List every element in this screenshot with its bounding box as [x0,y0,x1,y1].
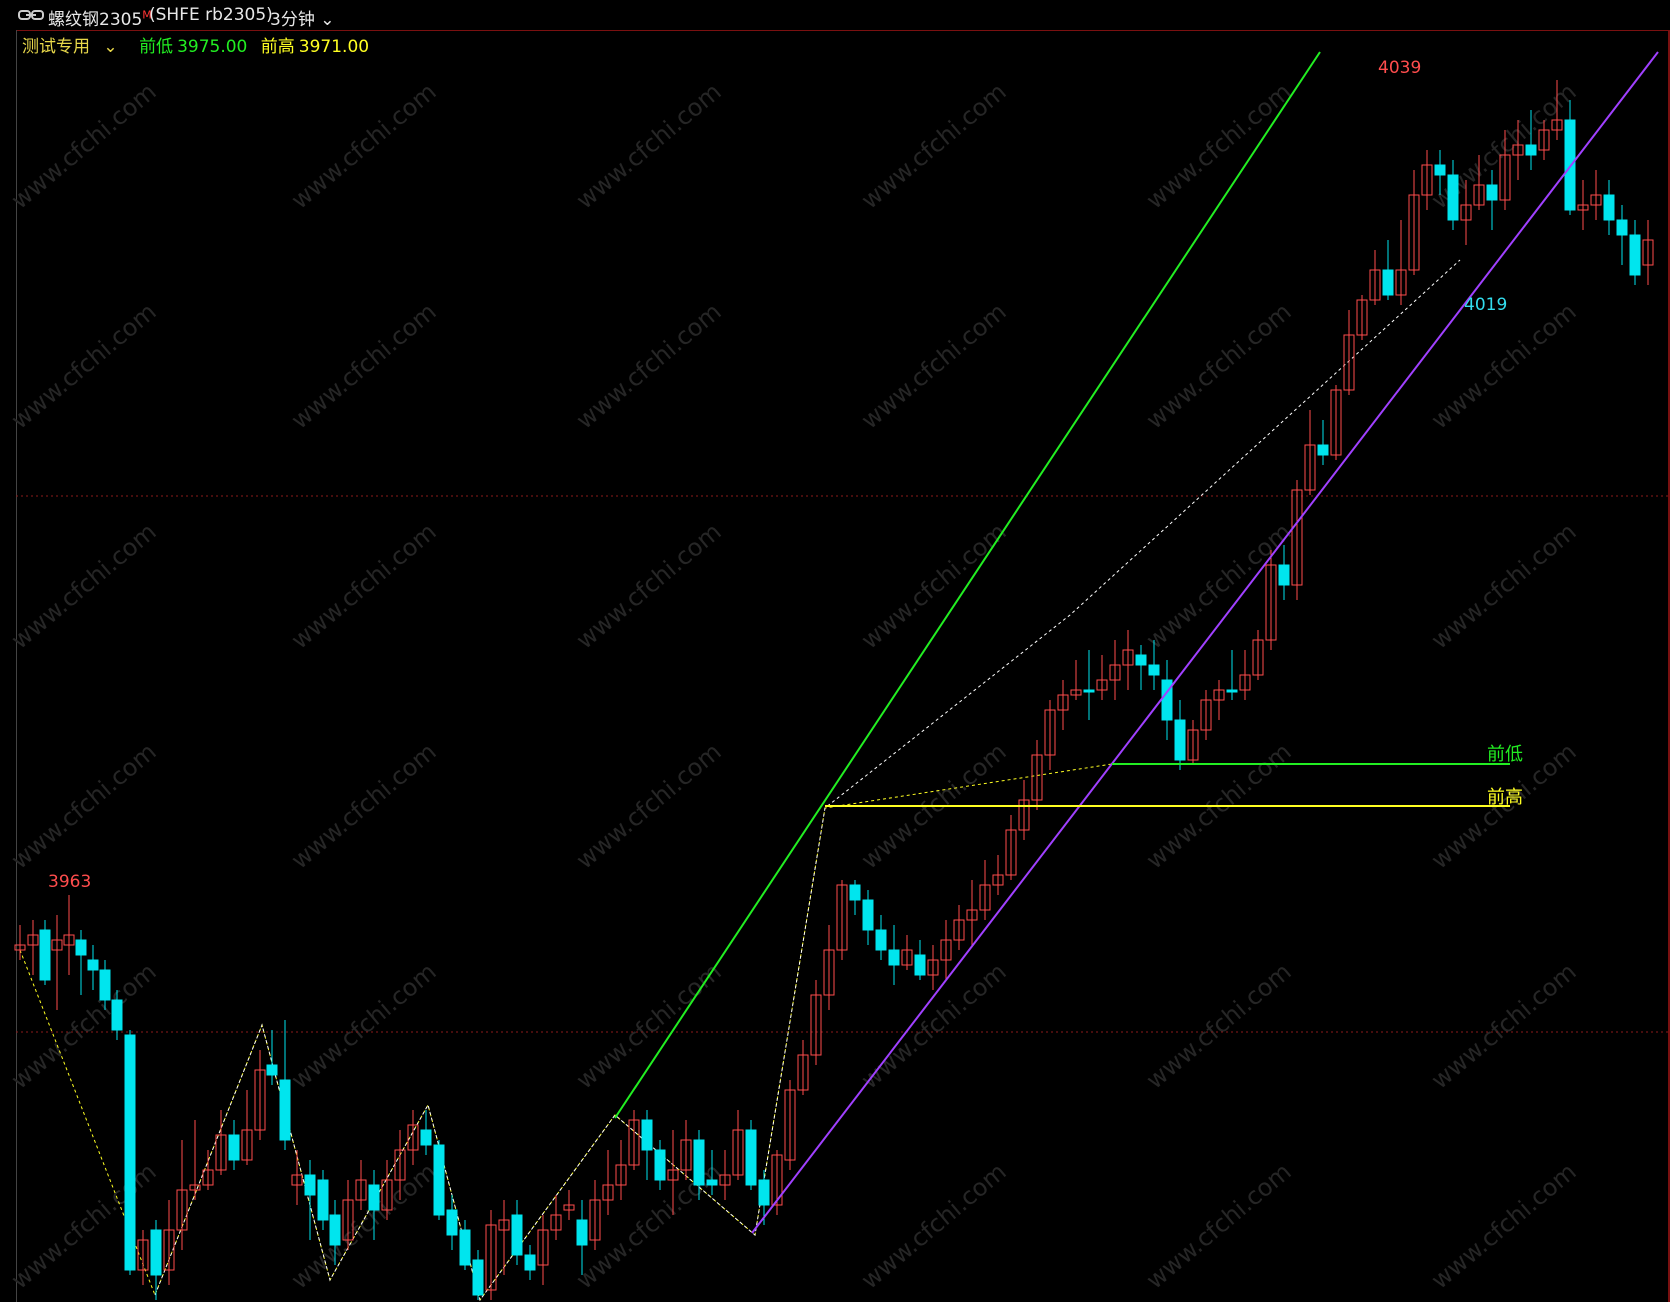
candle-down [1486,184,1498,201]
watermark-text: www.cfchi.com [1426,517,1582,654]
candle-down [888,949,900,966]
watermark-text: www.cfchi.com [571,737,727,874]
candle-down [1525,144,1537,156]
candle-down [446,1209,458,1236]
watermark-text: www.cfchi.com [6,737,162,874]
watermark-text: www.cfchi.com [856,77,1012,214]
watermark-text: www.cfchi.com [1141,77,1297,214]
watermark-text: www.cfchi.com [856,517,1012,654]
candle-down [111,999,123,1031]
watermark-text: www.cfchi.com [856,957,1012,1094]
candle-down [329,1214,341,1246]
candle-down [1148,664,1160,676]
candle-down [758,1179,770,1206]
candle-down [1317,444,1329,456]
watermark-text: www.cfchi.com [286,957,442,1094]
watermark-text: www.cfchi.com [6,517,162,654]
watermark-text: www.cfchi.com [6,1157,162,1294]
watermark-text: www.cfchi.com [286,297,442,434]
candle-down [1226,689,1238,693]
candle-down [1278,564,1290,586]
candle-down [914,954,926,976]
candle-down [75,939,87,956]
watermark-text: www.cfchi.com [1141,517,1297,654]
watermark-text: www.cfchi.com [286,77,442,214]
candle-down [641,1119,653,1151]
watermark-text: www.cfchi.com [571,297,727,434]
candle-down [511,1214,523,1256]
watermark-text: www.cfchi.com [1426,957,1582,1094]
price-label-4039: 4039 [1378,58,1421,78]
prev-low-line-label: 前低 [1487,744,1523,765]
candle-down [87,959,99,971]
candle-down [1174,719,1186,761]
candle-down [862,899,874,931]
candle-down [368,1184,380,1211]
candle-down [875,929,887,951]
watermark-text: www.cfchi.com [6,297,162,434]
candle-down [1083,689,1095,693]
candle-down [576,1219,588,1246]
price-label-3963: 3963 [48,872,91,892]
candle-down [433,1144,445,1216]
watermark-text: www.cfchi.com [1141,1157,1297,1294]
watermark-text: www.cfchi.com [286,517,442,654]
candle-down [524,1254,536,1271]
candle-down [849,884,861,901]
candle-down [279,1079,291,1141]
watermark-text: www.cfchi.com [6,957,162,1094]
watermark-text: www.cfchi.com [1426,297,1582,434]
candle-down [124,1034,136,1271]
candle-down [693,1139,705,1186]
candle-down [654,1149,666,1181]
candle-down [1135,654,1147,666]
candle-down [420,1129,432,1146]
watermark-text: www.cfchi.com [6,77,162,214]
candle-down [317,1179,329,1221]
candle-down [472,1259,484,1296]
candle-down [266,1064,278,1076]
candle-down [459,1229,471,1266]
candle-down [745,1129,757,1186]
prev-high-line-label: 前高 [1487,787,1523,808]
candle-down [1434,164,1446,176]
candle-down [1564,119,1576,211]
candle-down [228,1134,240,1161]
watermark-text: www.cfchi.com [1141,297,1297,434]
candle-down [706,1179,718,1186]
candle-down [99,969,111,1001]
watermark-text: www.cfchi.com [571,957,727,1094]
candle-down [1382,269,1394,296]
candle-down [39,929,51,981]
candlestick-chart[interactable]: www.cfchi.com www.cfchi.com www.cfchi.com w… [0,0,1670,1302]
candle-down [1616,219,1628,236]
watermark-text: www.cfchi.com [1426,1157,1582,1294]
candle-down [304,1174,316,1196]
watermark-text: www.cfchi.com [571,77,727,214]
watermark-text: www.cfchi.com [571,517,727,654]
candle-down [1603,194,1615,221]
price-label-4019: 4019 [1464,295,1507,315]
candle-down [1447,174,1459,221]
watermark-text: www.cfchi.com [856,297,1012,434]
watermark-text: www.cfchi.com [286,737,442,874]
watermark-text: www.cfchi.com [856,1157,1012,1294]
candle-down [150,1229,162,1276]
candle-down [1629,234,1641,276]
watermark-text: www.cfchi.com [1141,957,1297,1094]
